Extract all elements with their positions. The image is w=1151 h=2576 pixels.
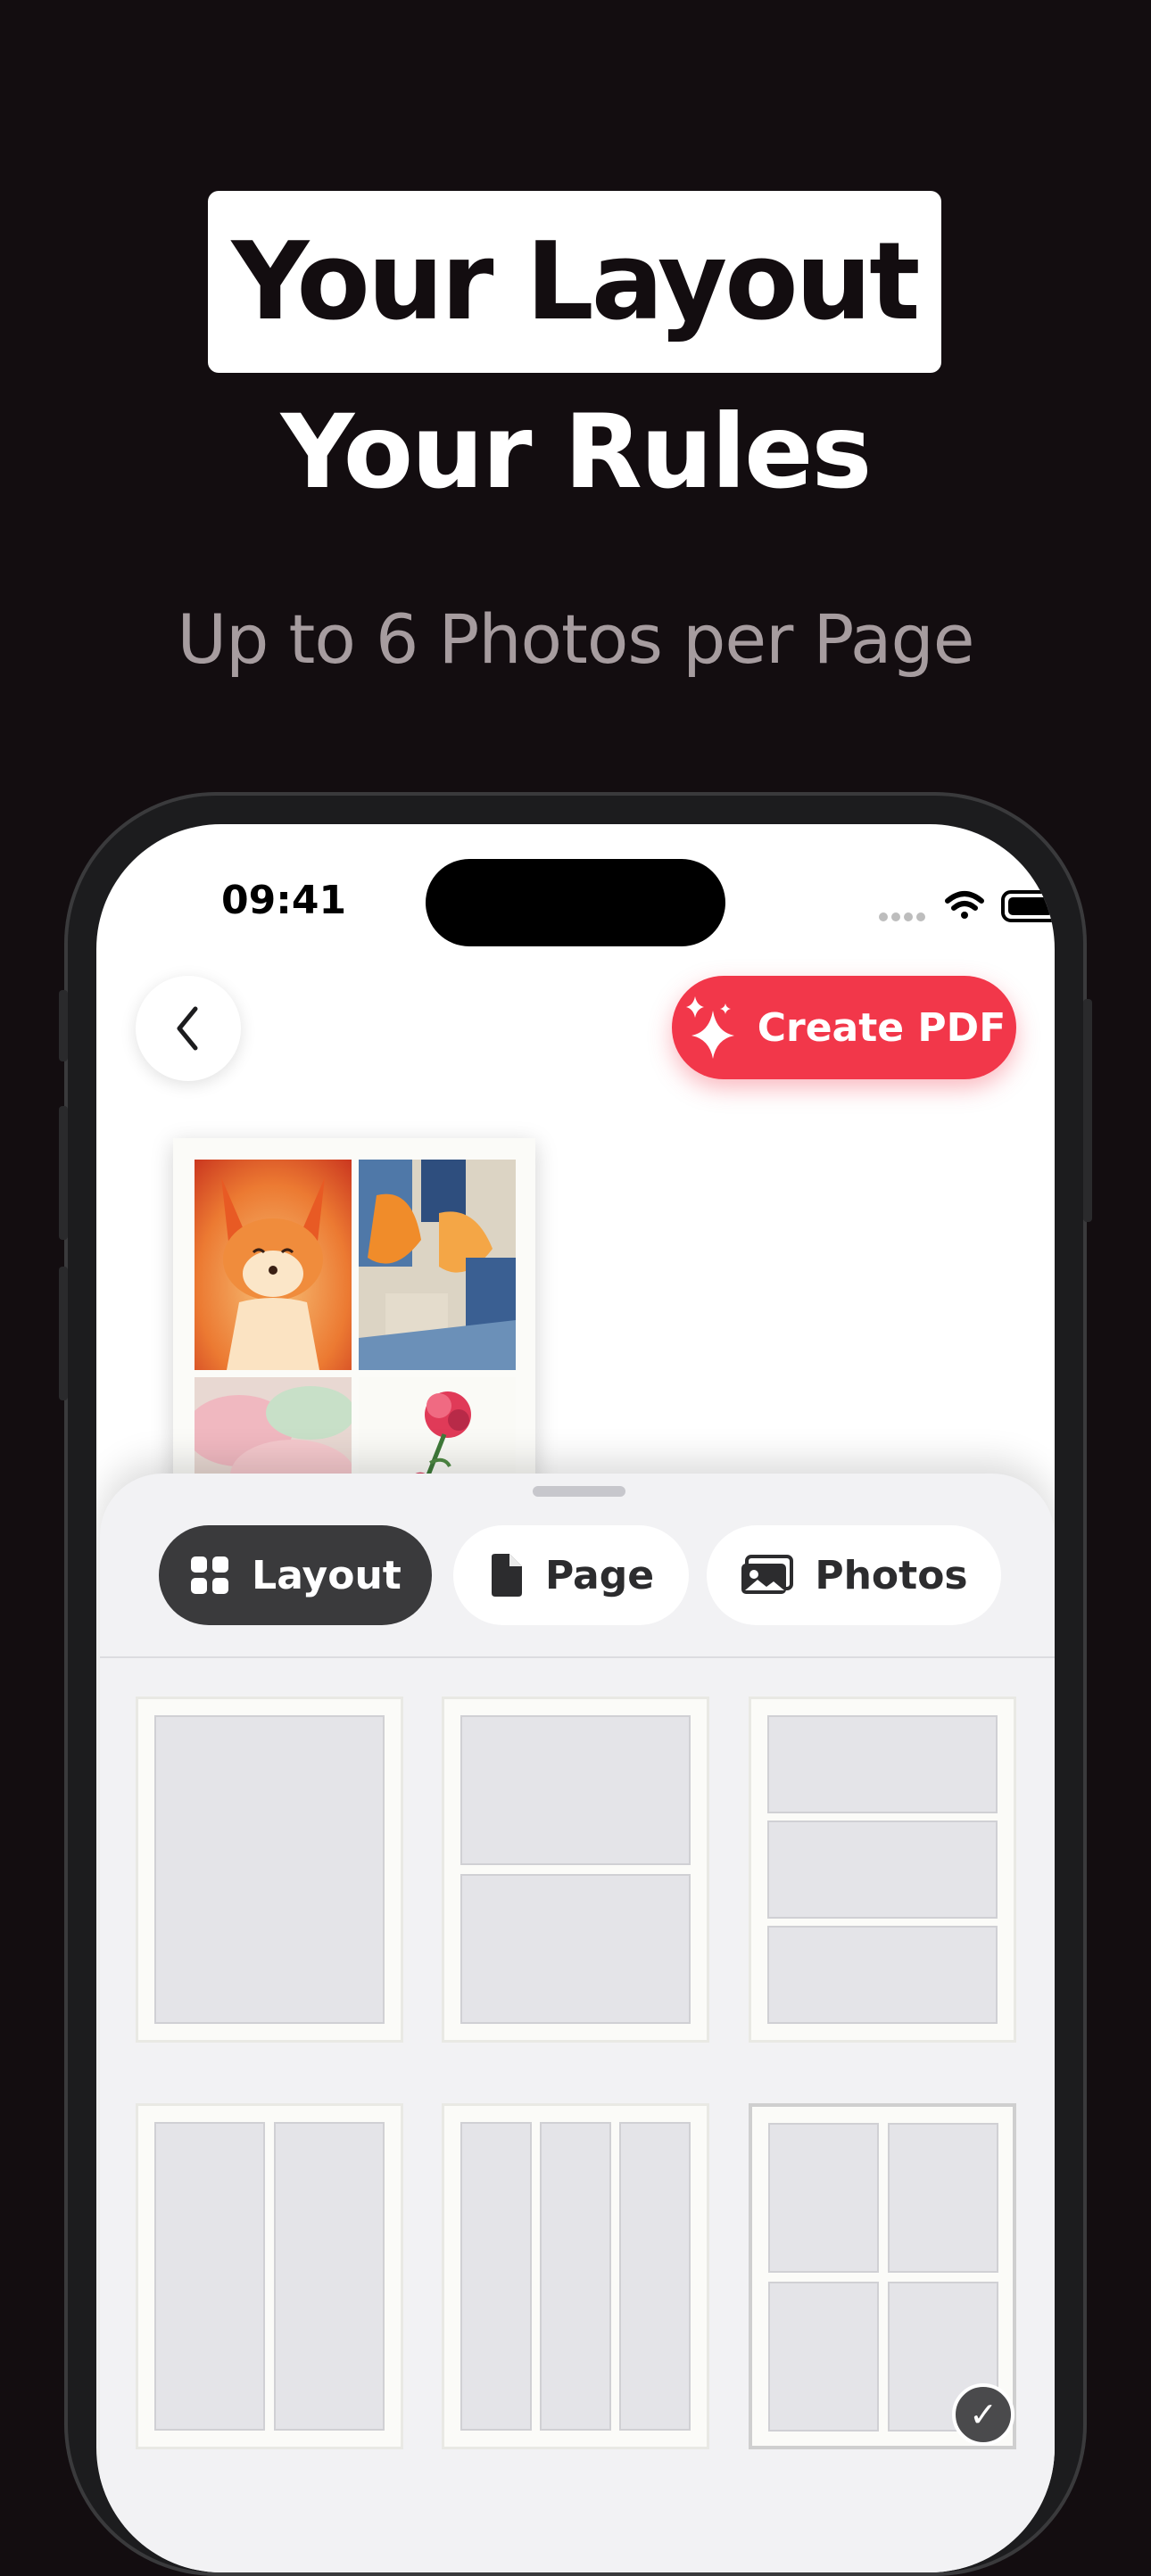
tab-photos[interactable]: Photos: [707, 1525, 1001, 1625]
layout-option-2-columns[interactable]: [136, 2103, 403, 2449]
back-button[interactable]: [136, 976, 241, 1081]
checkmark-icon: ✓: [952, 2383, 1014, 2446]
layout-option-4-grid[interactable]: ✓: [749, 2103, 1016, 2449]
sheet-divider: [100, 1656, 1055, 1658]
layout-cell: [768, 2282, 879, 2432]
document-icon: [491, 1554, 522, 1597]
phone-screen: 09:41 Create PDF Layout Page Photos ✓: [96, 824, 1055, 2572]
create-pdf-label: Create PDF: [757, 1004, 1006, 1051]
signal-icon: [879, 912, 925, 921]
phone-side-button: [59, 1106, 68, 1240]
chevron-left-icon: [177, 1006, 198, 1051]
layout-option-3-stacked[interactable]: [749, 1697, 1016, 2043]
phone-side-button: [59, 990, 68, 1061]
layout-cell: [768, 2123, 879, 2273]
layout-option-1-photo[interactable]: [136, 1697, 403, 2043]
layout-cell: [767, 1821, 998, 1919]
layout-cell: [540, 2122, 611, 2431]
battery-icon: [1001, 890, 1055, 922]
layout-cell: [619, 2122, 691, 2431]
sparkles-icon: [685, 996, 734, 1059]
dynamic-island: [426, 859, 725, 946]
layout-option-3-columns[interactable]: [442, 2103, 709, 2449]
tab-page-label: Page: [544, 1552, 655, 1598]
headline-line-1: Your Layout: [231, 219, 921, 344]
status-time: 09:41: [221, 878, 347, 923]
create-pdf-button[interactable]: Create PDF: [672, 976, 1016, 1079]
subheadline: Up to 6 Photos per Page: [177, 599, 975, 679]
layout-cell: [274, 2122, 385, 2431]
layout-cell: [460, 1874, 691, 2024]
layout-cell: [767, 1926, 998, 2024]
layout-cell: [154, 1715, 385, 2024]
tab-photos-label: Photos: [815, 1552, 968, 1598]
abstract-orange-blue-painting[interactable]: [359, 1160, 516, 1370]
wifi-icon: [945, 891, 984, 919]
status-icons: [879, 890, 1055, 922]
layout-bottom-sheet: Layout Page Photos ✓: [100, 1474, 1055, 2572]
layout-cell: [460, 1715, 691, 1865]
layout-cell: [767, 1715, 998, 1813]
headline-line-2: Your Rules: [280, 392, 873, 511]
layout-cell: [888, 2123, 998, 2273]
tab-layout-label: Layout: [252, 1552, 402, 1598]
phone-side-button: [59, 1267, 68, 1400]
grid-icon: [191, 1556, 229, 1594]
headline-highlight-box: Your Layout: [208, 191, 941, 373]
pdf-page-preview[interactable]: [173, 1138, 535, 1513]
photos-icon: [741, 1555, 794, 1594]
phone-side-button: [1083, 999, 1092, 1222]
layout-option-2-stacked[interactable]: [442, 1697, 709, 2043]
sheet-grabber[interactable]: [533, 1486, 625, 1497]
fox-painting[interactable]: [195, 1160, 352, 1370]
tab-layout[interactable]: Layout: [159, 1525, 432, 1625]
layout-cell: [154, 2122, 265, 2431]
tab-page[interactable]: Page: [453, 1525, 689, 1625]
layout-cell: [460, 2122, 532, 2431]
